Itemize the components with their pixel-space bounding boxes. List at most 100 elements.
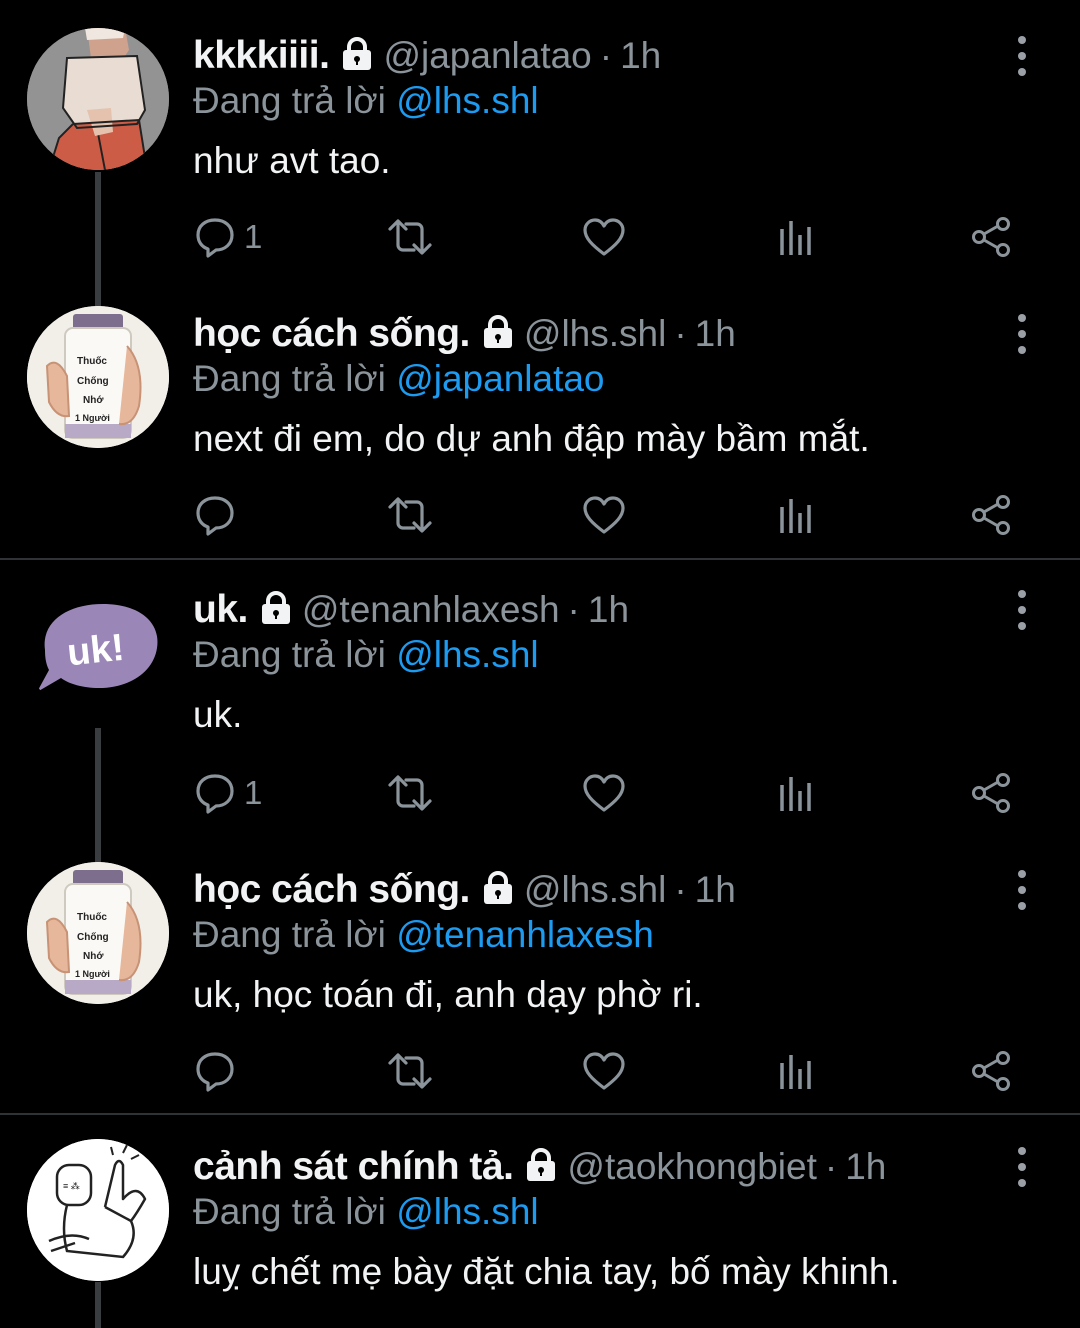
timestamp[interactable]: 1h [845, 1146, 886, 1188]
reply-icon [196, 218, 234, 258]
user-handle[interactable]: @taokhongbiet [567, 1146, 816, 1188]
user-handle[interactable]: @tenanhlaxesh [302, 589, 560, 631]
mention-link[interactable]: @lhs.shl [396, 634, 538, 675]
user-handle[interactable]: @lhs.shl [524, 313, 666, 355]
share-button[interactable] [970, 768, 1012, 818]
avatar-label: Thuốc [77, 355, 107, 367]
display-name[interactable]: uk. [193, 588, 248, 632]
share-button[interactable] [970, 1046, 1012, 1096]
heart-icon [583, 496, 625, 534]
more-vertical-icon[interactable] [1004, 32, 1040, 80]
reply-count: 1 [244, 218, 263, 255]
mention-link[interactable]: @lhs.shl [396, 1191, 538, 1232]
action-bar: 1 [190, 768, 1020, 818]
timestamp[interactable]: 1h [588, 589, 629, 631]
retweet-button[interactable] [386, 212, 434, 262]
tweet[interactable]: Thuốc Chống Nhớ 1 Người học cách sống. @… [0, 856, 1080, 1113]
avatar[interactable]: Thuốc Chống Nhớ 1 Người [27, 306, 169, 448]
separator-dot: · [674, 869, 687, 910]
reply-button[interactable]: 1 [194, 212, 262, 262]
avatar[interactable]: uk! [27, 578, 169, 720]
retweet-button[interactable] [386, 490, 434, 540]
like-button[interactable] [582, 490, 626, 540]
tweet-text: luỵ chết mẹ bày đặt chia tay, bố mày khi… [193, 1251, 900, 1292]
replying-prefix: Đang trả lời [193, 914, 386, 955]
retweet-icon [388, 775, 432, 811]
mention-link[interactable]: @lhs.shl [396, 80, 538, 121]
like-button[interactable] [582, 1046, 626, 1096]
retweet-icon [388, 1053, 432, 1089]
replying-to: Đang trả lời @lhs.shl [193, 1191, 539, 1233]
tweet[interactable]: kkkkiiii. @japanlatao · 1h Đang trả lời … [0, 0, 1080, 300]
reply-icon [196, 1052, 234, 1092]
avatar-image: Thuốc Chống Nhớ 1 Người [27, 306, 169, 448]
avatar[interactable]: Thuốc Chống Nhớ 1 Người [27, 862, 169, 1004]
lock-icon [482, 870, 514, 910]
share-icon [972, 217, 1010, 257]
avatar-image [27, 28, 169, 170]
analytics-button[interactable] [778, 768, 814, 818]
separator-dot: · [567, 589, 580, 630]
user-handle[interactable]: @lhs.shl [524, 869, 666, 911]
timestamp[interactable]: 1h [695, 869, 736, 911]
more-vertical-icon[interactable] [1004, 866, 1040, 914]
avatar-image: uk! [27, 578, 169, 720]
user-handle[interactable]: @japanlatao [383, 35, 591, 77]
more-vertical-icon[interactable] [1004, 1143, 1040, 1191]
action-bar: 1 [190, 212, 1020, 262]
analytics-icon [780, 499, 811, 533]
tweet-header: kkkkiiii. @japanlatao · 1h [193, 30, 661, 82]
tweet[interactable]: ≡ ⁂ cảnh sát chính tả. @taokhongbiet · 1… [0, 1115, 1080, 1328]
tweet-text: uk. [193, 694, 243, 735]
mention-link[interactable]: @tenanhlaxesh [396, 914, 654, 955]
more-vertical-icon[interactable] [1004, 586, 1040, 634]
share-button[interactable] [970, 490, 1012, 540]
reply-count: 1 [244, 774, 263, 811]
display-name[interactable]: học cách sống. [193, 868, 470, 912]
reply-button[interactable]: 1 [194, 768, 262, 818]
replying-to: Đang trả lời @lhs.shl [193, 634, 539, 676]
tweet-header: học cách sống. @lhs.shl · 1h [193, 864, 736, 916]
tweet-text: next đi em, do dự anh đập mày bầm mắt. [193, 418, 870, 459]
analytics-button[interactable] [778, 212, 814, 262]
reply-icon [196, 774, 234, 814]
action-bar [190, 490, 1020, 540]
like-button[interactable] [582, 768, 626, 818]
avatar-label: 1 Người [75, 969, 110, 979]
tweet[interactable]: uk! uk. @tenanhlaxesh · 1h Đang trả lời … [0, 560, 1080, 856]
display-name[interactable]: kkkkiiii. [193, 34, 330, 78]
avatar[interactable]: ≡ ⁂ [27, 1139, 169, 1281]
lock-icon [341, 36, 373, 76]
display-name[interactable]: cảnh sát chính tả. [193, 1145, 514, 1189]
analytics-button[interactable] [778, 490, 814, 540]
timestamp[interactable]: 1h [620, 35, 661, 77]
analytics-button[interactable] [778, 1046, 814, 1096]
tweet-header: cảnh sát chính tả. @taokhongbiet · 1h [193, 1141, 886, 1193]
retweet-button[interactable] [386, 1046, 434, 1096]
retweet-icon [388, 497, 432, 533]
share-button[interactable] [970, 212, 1012, 262]
avatar-label: Nhớ [83, 951, 104, 962]
reply-button[interactable] [194, 1046, 236, 1096]
share-icon [972, 1051, 1010, 1091]
avatar-image: ≡ ⁂ [27, 1139, 169, 1281]
replying-to: Đang trả lời @tenanhlaxesh [193, 914, 654, 956]
share-icon [972, 773, 1010, 813]
replying-to: Đang trả lời @japanlatao [193, 358, 605, 400]
reply-icon [196, 496, 234, 536]
display-name[interactable]: học cách sống. [193, 312, 470, 356]
retweet-button[interactable] [386, 768, 434, 818]
like-button[interactable] [582, 212, 626, 262]
timestamp[interactable]: 1h [695, 313, 736, 355]
avatar-label: Chống [77, 931, 109, 943]
avatar-label: uk! [65, 627, 126, 675]
replying-prefix: Đang trả lời [193, 1191, 386, 1232]
more-vertical-icon[interactable] [1004, 310, 1040, 358]
reply-button[interactable] [194, 490, 236, 540]
share-icon [972, 495, 1010, 535]
tweet[interactable]: Thuốc Chống Nhớ 1 Người học cách sống. @… [0, 300, 1080, 558]
replying-prefix: Đang trả lời [193, 634, 386, 675]
analytics-icon [780, 777, 811, 811]
avatar[interactable] [27, 28, 169, 170]
mention-link[interactable]: @japanlatao [396, 358, 604, 399]
